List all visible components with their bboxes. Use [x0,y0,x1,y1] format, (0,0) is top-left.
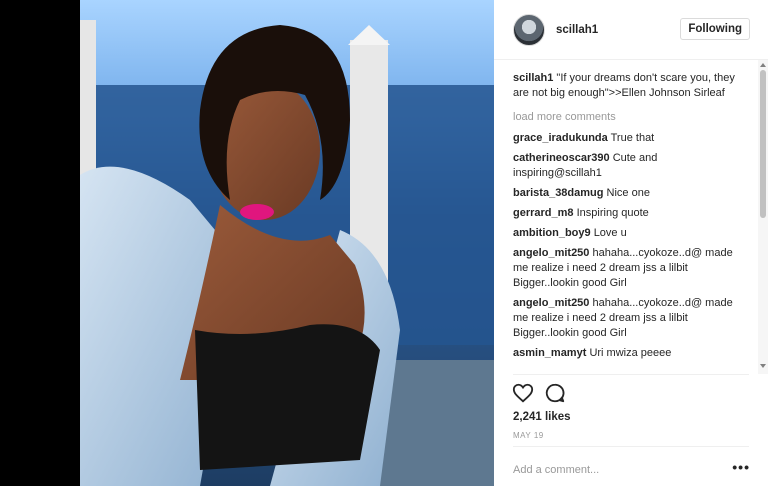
post-sidebar: scillah1 Following scillah1 "If your dre… [494,0,768,486]
comment-username[interactable]: asmin_mamyt [513,347,586,359]
list-item: gerrard_m8 Inspiring quote [513,206,749,221]
comment-text: Love u [593,227,627,239]
add-comment-input[interactable] [513,460,713,480]
more-options-icon[interactable]: ••• [732,460,750,474]
comment-username[interactable]: angelo_mit250 [513,247,589,259]
comment-username[interactable]: catherineoscar390 [513,152,610,164]
load-more-comments-link[interactable]: load more comments [513,110,749,125]
list-item: barista_38damug Nice one [513,186,749,201]
post-date: MAY 19 [513,431,544,440]
comment-text: True that [610,132,655,144]
comment-text: Inspiring quote [576,207,649,219]
header-username[interactable]: scillah1 [556,24,598,36]
comment-username[interactable]: angelo_mit250 [513,297,589,309]
list-item: ambition_boy9 Love u [513,226,749,241]
post-actions: 2,241 likes MAY 19 ••• [494,374,768,486]
scrollbar-thumb[interactable] [760,70,766,218]
following-button[interactable]: Following [680,18,750,40]
caption: scillah1 "If your dreams don't scare you… [513,71,749,101]
caption-username[interactable]: scillah1 [513,72,553,84]
list-item: asmin_mamyt Uri mwiza peeee [513,346,749,361]
comment-icon[interactable] [544,382,566,404]
list-item: angelo_mit250 hahaha...cyokoze..d@ made … [513,296,749,341]
comment-text: Nice one [606,187,650,199]
comment-username[interactable]: gerrard_m8 [513,207,574,219]
avatar[interactable] [513,13,545,46]
divider [513,446,749,447]
scroll-down-icon[interactable] [760,364,766,368]
portrait-image [80,0,494,486]
comment-username[interactable]: grace_iradukunda [513,132,608,144]
comment-username[interactable]: barista_38damug [513,187,603,199]
scroll-up-icon[interactable] [760,63,766,67]
post-header: scillah1 Following [494,0,768,60]
heart-icon[interactable] [512,382,534,404]
list-item: grace_iradukunda True that [513,131,749,146]
comment-text: Uri mwiza peeee [589,347,672,359]
list-item: catherineoscar390 Cute and inspiring@sci… [513,151,749,181]
comment-username[interactable]: ambition_boy9 [513,227,591,239]
list-item: angelo_mit250 hahaha...cyokoze..d@ made … [513,246,749,291]
comments-list: scillah1 "If your dreams don't scare you… [513,71,749,373]
post-photo [80,0,494,486]
likes-count[interactable]: 2,241 likes [513,411,571,423]
divider [513,374,749,375]
